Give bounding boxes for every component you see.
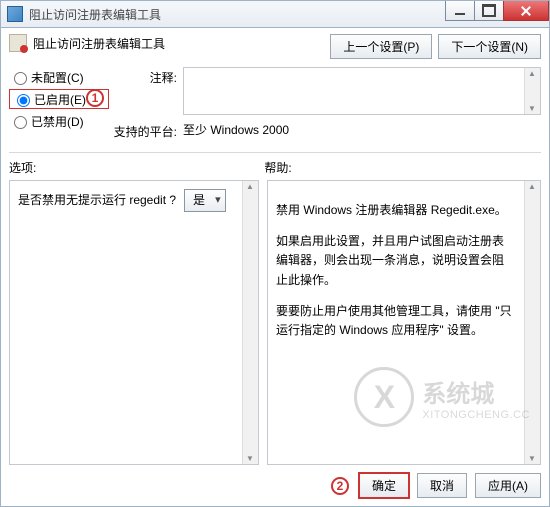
radio-input-disabled[interactable] bbox=[14, 116, 27, 129]
comment-row: 注释: bbox=[113, 67, 541, 115]
header-left: 阻止访问注册表编辑工具 bbox=[9, 34, 165, 52]
radio-disabled[interactable]: 已禁用(D) bbox=[9, 111, 109, 131]
panels: 是否禁用无提示运行 regedit ? 是 禁用 Windows 注册表编辑器 … bbox=[9, 180, 541, 465]
policy-icon bbox=[9, 34, 27, 52]
help-p1: 禁用 Windows 注册表编辑器 Regedit.exe。 bbox=[276, 201, 514, 220]
comment-textarea[interactable] bbox=[183, 67, 541, 115]
radio-group: 未配置(C) 已启用(E) 1 已禁用(D) bbox=[9, 67, 109, 140]
header-buttons: 上一个设置(P) 下一个设置(N) bbox=[330, 34, 541, 59]
help-inner: 禁用 Windows 注册表编辑器 Regedit.exe。 如果启用此设置，并… bbox=[276, 201, 532, 340]
radio-input-enabled[interactable] bbox=[17, 94, 30, 107]
config-area: 未配置(C) 已启用(E) 1 已禁用(D) 注释: 支持的平台: 至少 Wi bbox=[9, 67, 541, 140]
radio-label-enabled: 已启用(E) bbox=[34, 91, 86, 108]
comment-label: 注释: bbox=[113, 67, 177, 86]
window-buttons bbox=[446, 1, 549, 27]
config-right: 注释: 支持的平台: 至少 Windows 2000 bbox=[113, 67, 541, 140]
app-icon bbox=[7, 6, 23, 22]
options-scrollbar[interactable] bbox=[242, 181, 258, 464]
help-p3: 要要防止用户使用其他管理工具，请使用 "只运行指定的 Windows 应用程序"… bbox=[276, 302, 514, 340]
options-panel: 是否禁用无提示运行 regedit ? 是 bbox=[9, 180, 259, 465]
page-heading: 阻止访问注册表编辑工具 bbox=[33, 35, 165, 52]
separator bbox=[9, 152, 541, 153]
window-title: 阻止访问注册表编辑工具 bbox=[29, 6, 161, 23]
minimize-button[interactable] bbox=[445, 1, 475, 21]
radio-label-not-configured: 未配置(C) bbox=[31, 69, 84, 86]
next-setting-button[interactable]: 下一个设置(N) bbox=[438, 34, 541, 59]
ok-button[interactable]: 确定 bbox=[359, 473, 409, 498]
apply-button[interactable]: 应用(A) bbox=[475, 473, 541, 498]
option-question: 是否禁用无提示运行 regedit ? bbox=[18, 191, 176, 210]
help-panel: 禁用 Windows 注册表编辑器 Regedit.exe。 如果启用此设置，并… bbox=[267, 180, 541, 465]
help-scrollbar[interactable] bbox=[524, 181, 540, 464]
radio-label-disabled: 已禁用(D) bbox=[31, 113, 84, 130]
cancel-button[interactable]: 取消 bbox=[417, 473, 467, 498]
callout-marker-2: 2 bbox=[331, 477, 349, 495]
header-row: 阻止访问注册表编辑工具 上一个设置(P) 下一个设置(N) bbox=[9, 34, 541, 59]
help-label: 帮助: bbox=[264, 159, 541, 176]
help-p2: 如果启用此设置，并且用户试图启动注册表编辑器，则会出现一条消息，说明设置会阻止此… bbox=[276, 232, 514, 290]
radio-input-not-configured[interactable] bbox=[14, 72, 27, 85]
options-inner: 是否禁用无提示运行 regedit ? 是 bbox=[18, 189, 250, 212]
maximize-button[interactable] bbox=[474, 1, 504, 21]
client-area: 阻止访问注册表编辑工具 上一个设置(P) 下一个设置(N) 未配置(C) 已启用… bbox=[0, 28, 550, 507]
close-button[interactable] bbox=[503, 1, 549, 21]
options-label: 选项: bbox=[9, 159, 264, 176]
radio-enabled[interactable]: 已启用(E) 1 bbox=[9, 89, 109, 109]
callout-marker-1: 1 bbox=[86, 89, 104, 107]
option-row: 是否禁用无提示运行 regedit ? 是 bbox=[18, 189, 232, 212]
platform-label: 支持的平台: bbox=[113, 121, 177, 140]
platform-row: 支持的平台: 至少 Windows 2000 bbox=[113, 121, 541, 140]
comment-scrollbar[interactable] bbox=[524, 68, 540, 114]
radio-not-configured[interactable]: 未配置(C) bbox=[9, 67, 109, 87]
platform-value: 至少 Windows 2000 bbox=[183, 121, 541, 140]
option-select[interactable]: 是 bbox=[184, 189, 226, 212]
titlebar: 阻止访问注册表编辑工具 bbox=[0, 0, 550, 28]
option-select-value: 是 bbox=[193, 191, 205, 210]
footer: 2 确定 取消 应用(A) bbox=[9, 473, 541, 498]
section-labels: 选项: 帮助: bbox=[9, 159, 541, 176]
prev-setting-button[interactable]: 上一个设置(P) bbox=[330, 34, 432, 59]
